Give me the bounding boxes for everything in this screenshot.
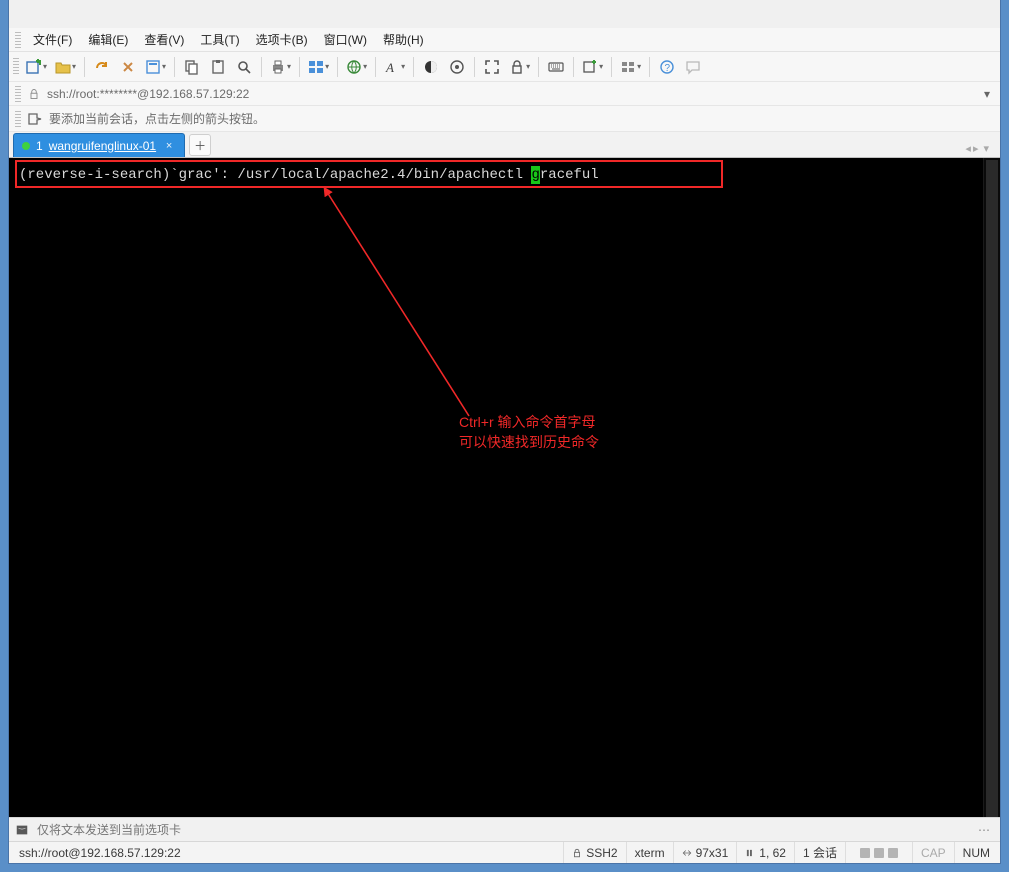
terminal-scrollbar[interactable] — [983, 158, 1000, 817]
menubar-grip[interactable] — [15, 32, 21, 48]
client-area: 文件(F) 编辑(E) 查看(V) 工具(T) 选项卡(B) 窗口(W) 帮助(… — [9, 28, 1000, 863]
tab-prev-button[interactable]: ◂ — [965, 142, 971, 155]
svg-text:?: ? — [665, 63, 671, 74]
menu-file[interactable]: 文件(F) — [25, 29, 80, 50]
terminal-cursor: g — [531, 166, 539, 184]
compose-input[interactable] — [37, 823, 968, 837]
status-cursor: 1, 62 — [737, 842, 795, 863]
color-scheme-button[interactable] — [419, 55, 443, 79]
menubar: 文件(F) 编辑(E) 查看(V) 工具(T) 选项卡(B) 窗口(W) 帮助(… — [9, 28, 1000, 52]
status-cap: CAP — [913, 842, 955, 863]
status-size: 97x31 — [674, 842, 738, 863]
toolbar-grip[interactable] — [13, 58, 19, 76]
address-bar: ssh://root:********@192.168.57.129:22 ▾ — [9, 82, 1000, 106]
open-session-button[interactable]: ▾ — [52, 55, 79, 79]
properties-button[interactable]: ▾ — [142, 55, 169, 79]
tab-label: wangruifenglinux-01 — [49, 139, 156, 153]
print-button[interactable]: ▾ — [267, 55, 294, 79]
toolbar: ▾ ▾ ▾ — [9, 52, 1000, 82]
new-window-button[interactable]: ▾ — [579, 55, 606, 79]
address-text[interactable]: ssh://root:********@192.168.57.129:22 — [47, 87, 974, 101]
status-bar: ssh://root@192.168.57.129:22 SSH2 xterm … — [9, 841, 1000, 863]
compose-options-button[interactable]: ⋯ — [974, 823, 994, 837]
addressbar-grip[interactable] — [15, 86, 21, 102]
compose-send-icon[interactable] — [15, 823, 31, 837]
fullscreen-button[interactable] — [480, 55, 504, 79]
terminal-line-prefix: (reverse-i-search)`grac': /usr/local/apa… — [19, 167, 531, 183]
paste-button[interactable] — [206, 55, 230, 79]
tab-nav: ◂ ▸ ▾ — [965, 142, 996, 157]
tipbar-grip[interactable] — [15, 111, 21, 127]
terminal-line-suffix: raceful — [540, 167, 599, 183]
menu-window[interactable]: 窗口(W) — [316, 29, 375, 50]
app-window: 文件(F) 编辑(E) 查看(V) 工具(T) 选项卡(B) 窗口(W) 帮助(… — [8, 0, 1001, 864]
reconnect-button[interactable] — [90, 55, 114, 79]
menu-view[interactable]: 查看(V) — [136, 29, 192, 50]
tile-button[interactable]: ▾ — [617, 55, 644, 79]
status-sessions: 1 会话 — [795, 842, 846, 863]
status-indicator-icons — [846, 842, 913, 863]
chat-button[interactable] — [681, 55, 705, 79]
tab-index: 1 — [36, 139, 43, 153]
tab-list-button[interactable]: ▾ — [980, 142, 992, 155]
menu-edit[interactable]: 编辑(E) — [80, 29, 136, 50]
tab-close-button[interactable]: × — [162, 139, 176, 153]
status-protocol: SSH2 — [564, 842, 626, 863]
font-button[interactable]: A ▾ — [381, 55, 408, 79]
compose-bar: ⋯ — [9, 817, 1000, 841]
tab-session-1[interactable]: 1 wangruifenglinux-01 × — [13, 133, 185, 157]
copy-button[interactable] — [180, 55, 204, 79]
lock-button[interactable]: ▾ — [506, 55, 533, 79]
new-session-button[interactable]: ▾ — [23, 55, 50, 79]
encoding-button[interactable] — [445, 55, 469, 79]
menu-tabs[interactable]: 选项卡(B) — [248, 29, 316, 50]
sessions-button[interactable]: ▾ — [305, 55, 332, 79]
add-session-arrow-icon[interactable] — [27, 112, 43, 126]
address-dropdown[interactable]: ▾ — [980, 87, 994, 101]
find-button[interactable] — [232, 55, 256, 79]
menu-tools[interactable]: 工具(T) — [192, 29, 247, 50]
terminal-output[interactable]: (reverse-i-search)`grac': /usr/local/apa… — [9, 158, 1000, 817]
tip-bar: 要添加当前会话，点击左侧的箭头按钮。 — [9, 106, 1000, 132]
help-button[interactable]: ? — [655, 55, 679, 79]
keyboard-button[interactable] — [544, 55, 568, 79]
lock-icon — [27, 88, 41, 100]
language-button[interactable]: ▾ — [343, 55, 370, 79]
status-dot-icon — [22, 142, 30, 150]
tab-add-button[interactable]: ＋ — [189, 134, 211, 156]
terminal[interactable]: (reverse-i-search)`grac': /usr/local/apa… — [9, 158, 1000, 817]
svg-text:A: A — [385, 60, 394, 75]
status-termtype: xterm — [627, 842, 674, 863]
tip-text: 要添加当前会话，点击左侧的箭头按钮。 — [49, 110, 265, 127]
menu-help[interactable]: 帮助(H) — [375, 29, 432, 50]
disconnect-button[interactable] — [116, 55, 140, 79]
tab-next-button[interactable]: ▸ — [973, 142, 979, 155]
tab-bar: 1 wangruifenglinux-01 × ＋ ◂ ▸ ▾ — [9, 132, 1000, 158]
status-num: NUM — [955, 842, 998, 863]
status-connection: ssh://root@192.168.57.129:22 — [11, 842, 311, 863]
